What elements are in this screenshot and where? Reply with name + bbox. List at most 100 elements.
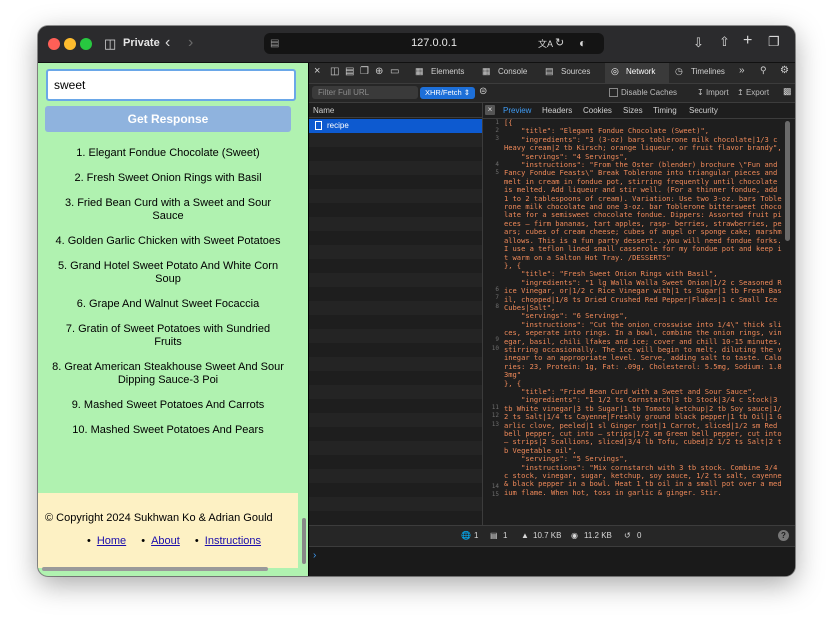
list-item: 7. Gratin of Sweet Potatoes with Sundrie…	[65, 323, 271, 348]
sidebar-icon[interactable]: ◫	[104, 36, 116, 52]
console-drawer[interactable]: ›	[309, 546, 795, 576]
results-list: 1. Elegant Fondue Chocolate (Sweet) 2. F…	[38, 147, 298, 449]
transferred-size: 10.7 KB	[533, 531, 562, 540]
filter-options-icon[interactable]: ⊜	[479, 86, 487, 97]
console-tab-icon: ▦	[482, 66, 491, 76]
title-bar: ◫ Private ‹ › ▤ 127.0.0.1 文A ↻ ◐ ⇩ ⇧ + ❐	[38, 26, 795, 63]
more-tabs-icon[interactable]: »	[739, 65, 745, 76]
trash-icon[interactable]: ▩	[783, 86, 792, 97]
minimize-window-button[interactable]	[64, 38, 76, 50]
line-number: 14	[491, 483, 499, 490]
close-inspector-icon[interactable]: ×	[314, 65, 320, 77]
list-item: 1. Elegant Fondue Chocolate (Sweet)	[76, 147, 260, 159]
export-button[interactable]: ↥ Export	[737, 88, 769, 97]
elements-tab-icon: ▦	[415, 66, 424, 76]
device-icon[interactable]: ▭	[390, 66, 399, 77]
help-icon[interactable]: ?	[778, 530, 789, 541]
target-icon[interactable]: ⊕	[375, 66, 383, 77]
browser-window: ◫ Private ‹ › ▤ 127.0.0.1 文A ↻ ◐ ⇩ ⇧ + ❐…	[38, 26, 795, 576]
tab-preview[interactable]: Preview	[503, 106, 531, 115]
filter-url-input[interactable]: Filter Full URL	[312, 86, 418, 99]
console-prompt-icon: ›	[313, 550, 317, 561]
line-number: 9	[495, 336, 499, 343]
type-filter-dropdown[interactable]: XHR/Fetch ⇕	[420, 87, 476, 99]
web-inspector: × ◫ ▤ ❐ ⊕ ▭ ▦ Elements ▦ Console ▤ Sourc…	[308, 63, 795, 576]
inspector-tab-bar: × ◫ ▤ ❐ ⊕ ▭ ▦ Elements ▦ Console ▤ Sourc…	[309, 63, 795, 84]
network-tab-icon: ◎	[611, 66, 619, 76]
about-link[interactable]: About	[151, 535, 180, 547]
tab-timing[interactable]: Timing	[653, 106, 677, 115]
timelines-tab-icon: ◷	[675, 66, 683, 76]
translate-icon[interactable]: 文A	[538, 36, 553, 52]
undock-icon[interactable]: ❐	[360, 66, 369, 77]
fullscreen-window-button[interactable]	[80, 38, 92, 50]
resource-size-icon: ◉	[571, 531, 578, 540]
disable-caches-toggle[interactable]: Disable Caches	[609, 88, 677, 98]
tab-console[interactable]: Console	[498, 67, 527, 76]
search-input[interactable]	[46, 69, 296, 101]
list-item: 8. Great American Steakhouse Sweet And S…	[52, 361, 284, 386]
chevron-updown-icon: ⇕	[463, 88, 471, 97]
close-window-button[interactable]	[48, 38, 60, 50]
resource-size: 11.2 KB	[584, 531, 612, 540]
tab-elements[interactable]: Elements	[431, 67, 464, 76]
gear-icon[interactable]: ⚙	[780, 65, 789, 76]
close-detail-icon[interactable]: ×	[485, 105, 495, 115]
share-icon[interactable]: ⇧	[719, 34, 730, 50]
export-label: Export	[745, 88, 770, 97]
instructions-link[interactable]: Instructions	[205, 535, 261, 547]
name-column-header[interactable]: Name	[309, 103, 482, 118]
tab-headers[interactable]: Headers	[542, 106, 572, 115]
tab-security[interactable]: Security	[689, 106, 718, 115]
checkbox[interactable]	[609, 88, 618, 98]
dock-bottom-icon[interactable]: ◫	[330, 66, 339, 77]
tab-cookies[interactable]: Cookies	[583, 106, 612, 115]
line-number: 5	[495, 169, 499, 176]
reload-icon[interactable]: ↻	[555, 35, 564, 51]
shield-icon[interactable]: ◐	[579, 35, 586, 51]
back-icon[interactable]: ‹	[165, 35, 170, 51]
import-button[interactable]: ↧ Import	[697, 88, 729, 97]
dock-side-icon[interactable]: ▤	[345, 66, 354, 77]
line-number: 13	[491, 421, 499, 428]
json-preview-pane: 1 2 3 4 5 6 7 8 9 10 11 12 13 14 15 [{ "…	[483, 119, 793, 524]
page-horizontal-scrollbar[interactable]	[42, 567, 268, 571]
page-scrollbar[interactable]	[302, 518, 306, 564]
json-response-text: [{ "title": "Elegant Fondue Chocolate (S…	[504, 119, 782, 497]
line-number: 4	[495, 161, 499, 168]
get-response-button[interactable]: Get Response	[45, 106, 291, 132]
export-icon: ↥	[737, 88, 744, 97]
page-footer: © Copyright 2024 Sukhwan Ko & Adrian Gou…	[38, 493, 298, 568]
list-item: 6. Grape And Walnut Sweet Focaccia	[76, 298, 260, 310]
tab-sizes[interactable]: Sizes	[623, 106, 643, 115]
line-number: 6	[495, 286, 499, 293]
address-bar[interactable]: ▤ 127.0.0.1 文A ↻	[264, 33, 604, 54]
search-icon[interactable]: ⚲	[760, 65, 767, 76]
load-time-icon: ↺	[624, 531, 631, 540]
home-link[interactable]: Home	[97, 535, 126, 547]
load-time: 0	[637, 531, 642, 540]
list-item: 3. Fried Bean Curd with a Sweet and Sour…	[64, 197, 272, 222]
copyright-text: © Copyright 2024 Sukhwan Ko & Adrian Gou…	[45, 512, 273, 524]
private-label: Private	[123, 37, 160, 49]
line-number: 11	[491, 404, 499, 411]
forward-icon[interactable]: ›	[188, 35, 193, 51]
tab-network[interactable]: Network	[626, 67, 655, 76]
bullet-icon: •	[86, 535, 91, 547]
sources-tab-icon: ▤	[545, 66, 554, 76]
line-number: 1	[495, 119, 499, 126]
download-icon[interactable]: ⇩	[693, 35, 704, 51]
line-number: 12	[491, 412, 499, 419]
tab-sources[interactable]: Sources	[561, 67, 590, 76]
line-number-gutter: 1 2 3 4 5 6 7 8 9 10 11 12 13 14 15	[483, 119, 501, 524]
request-row-recipe[interactable]: recipe	[309, 119, 482, 133]
new-tab-icon[interactable]: +	[743, 33, 752, 49]
file-icon	[315, 121, 322, 130]
tab-timelines[interactable]: Timelines	[691, 67, 725, 76]
line-number: 10	[491, 345, 499, 352]
tabs-overview-icon[interactable]: ❐	[768, 34, 780, 50]
preview-scrollbar[interactable]	[785, 121, 790, 241]
import-icon: ↧	[697, 88, 704, 97]
transfer-icon: ▲	[521, 531, 529, 540]
line-number: 3	[495, 135, 499, 142]
